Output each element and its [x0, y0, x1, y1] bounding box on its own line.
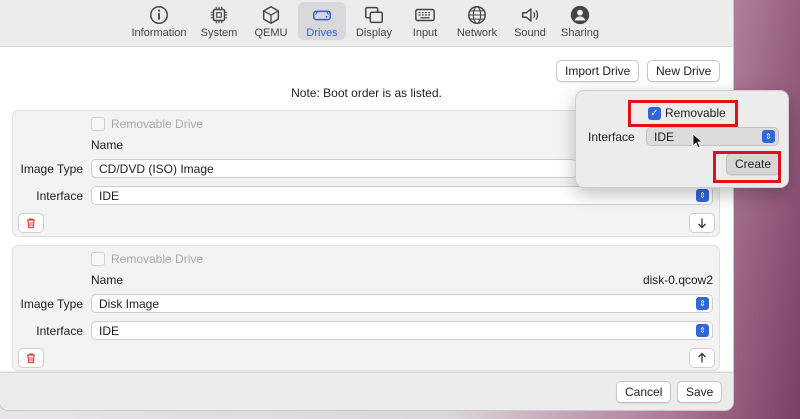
image-type-value: Disk Image	[99, 297, 160, 311]
globe-icon	[468, 6, 486, 24]
image-type-value: CD/DVD (ISO) Image	[99, 162, 214, 176]
keyboard-icon	[415, 8, 435, 22]
interface-label: Interface	[588, 130, 635, 144]
interface-label: Interface	[36, 189, 83, 203]
chevron-up-down-icon: ⇕	[696, 297, 709, 310]
move-down-button[interactable]	[689, 213, 715, 233]
info-icon	[150, 6, 168, 24]
speaker-icon	[521, 8, 539, 22]
tab-label: QEMU	[254, 27, 288, 39]
tab-label: Network	[456, 27, 498, 39]
mouse-cursor-icon	[692, 133, 704, 149]
removable-drive-label: Removable Drive	[111, 252, 204, 266]
interface-value: IDE	[99, 324, 120, 338]
name-label: Name	[91, 273, 124, 287]
interface-select[interactable]: IDE ⇕	[91, 321, 713, 340]
checkbox-box[interactable]	[91, 117, 105, 131]
delete-drive-button[interactable]	[18, 348, 44, 368]
drive-name-value: disk-0.qcow2	[642, 273, 713, 287]
person-icon	[570, 5, 590, 25]
checkbox-box[interactable]	[91, 252, 105, 266]
toolbar: Information System QEMU Drives Display I…	[0, 0, 733, 47]
tab-drives[interactable]: Drives	[298, 2, 346, 40]
import-drive-button[interactable]: Import Drive	[556, 60, 640, 82]
tab-display[interactable]: Display	[352, 2, 396, 40]
move-up-button[interactable]	[689, 348, 715, 368]
tab-label: Sharing	[561, 27, 599, 39]
interface-label: Interface	[36, 324, 83, 338]
footer-bar: Cancel Save	[0, 372, 733, 410]
tab-label: Sound	[514, 27, 546, 39]
tab-label: Drives	[306, 27, 338, 39]
settings-window: Information System QEMU Drives Display I…	[0, 0, 733, 410]
interface-value: IDE	[99, 189, 120, 203]
tab-label: Display	[355, 27, 393, 39]
interface-value: IDE	[654, 130, 675, 144]
removable-drive-label: Removable Drive	[111, 117, 204, 131]
tab-label: Information	[131, 27, 187, 39]
drive-icon	[313, 10, 331, 21]
name-label: Name	[91, 138, 124, 152]
chevron-up-down-icon: ⇕	[762, 130, 775, 143]
chevron-up-down-icon: ⇕	[696, 324, 709, 337]
tab-information[interactable]: Information	[128, 2, 190, 40]
arrow-down-icon	[698, 218, 706, 229]
arrow-up-icon	[698, 352, 706, 363]
image-type-select[interactable]: Disk Image ⇕	[91, 294, 713, 313]
new-drive-button[interactable]: New Drive	[647, 60, 721, 82]
chevron-up-down-icon: ⇕	[696, 189, 709, 202]
drive-card: Removable Drive Name disk-0.qcow2 Image …	[12, 245, 720, 371]
interface-select[interactable]: IDE ⇕	[646, 127, 779, 146]
cube-icon	[262, 6, 280, 24]
removable-drive-checkbox[interactable]: Removable Drive	[91, 117, 203, 131]
tab-qemu[interactable]: QEMU	[250, 2, 292, 40]
delete-drive-button[interactable]	[18, 213, 44, 233]
interface-select[interactable]: IDE ⇕	[91, 186, 713, 205]
tab-network[interactable]: Network	[452, 2, 502, 40]
tab-system[interactable]: System	[196, 2, 242, 40]
highlight-removable	[628, 100, 738, 127]
display-icon	[365, 6, 383, 24]
tab-sharing[interactable]: Sharing	[558, 2, 602, 40]
chip-icon	[210, 6, 228, 24]
cancel-button[interactable]: Cancel	[616, 381, 672, 403]
tab-label: System	[200, 27, 238, 39]
tab-label: Input	[412, 27, 438, 39]
highlight-create	[713, 151, 781, 183]
save-button[interactable]: Save	[677, 381, 723, 403]
tab-sound[interactable]: Sound	[510, 2, 550, 40]
removable-drive-checkbox[interactable]: Removable Drive	[91, 252, 203, 266]
image-type-select[interactable]: CD/DVD (ISO) Image	[91, 159, 577, 178]
image-type-label: Image Type	[20, 162, 83, 176]
tab-input[interactable]: Input	[406, 2, 444, 40]
trash-icon	[27, 353, 35, 364]
image-type-label: Image Type	[20, 297, 83, 311]
trash-icon	[27, 218, 35, 229]
